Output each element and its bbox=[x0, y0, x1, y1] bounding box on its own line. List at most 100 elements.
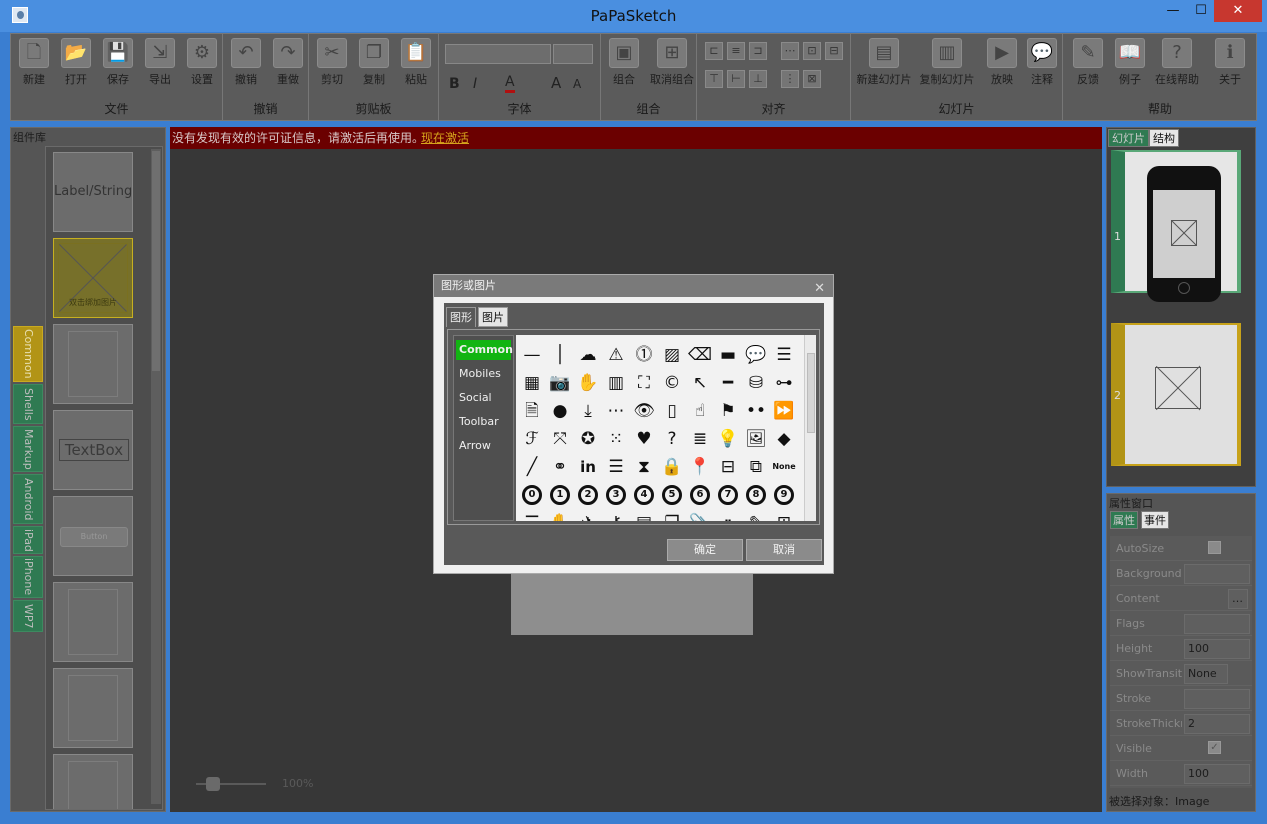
tab-markup[interactable]: Markup bbox=[13, 426, 43, 472]
tab-iphone[interactable]: iPhone bbox=[13, 556, 43, 598]
flags-field[interactable] bbox=[1184, 614, 1250, 634]
same-size-icon[interactable]: ⊡ bbox=[803, 42, 821, 60]
picture-icon[interactable]: 🖼 bbox=[744, 427, 768, 451]
activate-link[interactable]: 现在激活 bbox=[421, 127, 469, 149]
category-toolbar[interactable]: Toolbar bbox=[456, 412, 511, 432]
diagonal-line-icon[interactable]: ╱ bbox=[520, 455, 544, 479]
key-icon[interactable]: ⚷ bbox=[604, 511, 628, 521]
library-item-container[interactable] bbox=[53, 324, 133, 404]
strokethickness-field[interactable]: 2 bbox=[1184, 714, 1250, 734]
lightbulb-icon[interactable]: 💡 bbox=[716, 427, 740, 451]
tab-slides[interactable]: 幻灯片 bbox=[1108, 129, 1149, 147]
filled-circle-icon[interactable]: ● bbox=[548, 399, 572, 423]
heart-icon[interactable]: ♥ bbox=[632, 427, 656, 451]
link-icon[interactable]: ⚭ bbox=[548, 455, 572, 479]
creative-commons-icon[interactable]: © bbox=[660, 371, 684, 395]
same-height-icon[interactable]: ⊠ bbox=[803, 70, 821, 88]
flow-icon[interactable]: ℱ bbox=[520, 427, 544, 451]
tab-wp7[interactable]: WP7 bbox=[13, 600, 43, 632]
align-right-icon[interactable]: ⊐ bbox=[749, 42, 767, 60]
ok-button[interactable]: 确定 bbox=[667, 539, 743, 561]
play-button[interactable]: ▶ 放映 bbox=[981, 38, 1023, 87]
tab-ipad[interactable]: iPad bbox=[13, 526, 43, 554]
dash-icon[interactable]: ━ bbox=[716, 371, 740, 395]
tab-shells[interactable]: Shells bbox=[13, 384, 43, 424]
film-strip-icon[interactable]: ▥ bbox=[604, 371, 628, 395]
circle-8-icon[interactable]: 8 bbox=[746, 485, 766, 505]
zoom-slider-thumb[interactable] bbox=[206, 777, 220, 791]
cancel-button[interactable]: 取消 bbox=[746, 539, 822, 561]
table-icon[interactable]: ▤ bbox=[632, 511, 656, 521]
list-partial-icon[interactable]: ☰ bbox=[520, 511, 544, 521]
visible-checkbox[interactable]: ✓ bbox=[1208, 741, 1221, 754]
slide-thumbnail-2[interactable]: 2 bbox=[1111, 323, 1241, 466]
category-arrow[interactable]: Arrow bbox=[456, 436, 511, 456]
backspace-icon[interactable]: ⌫ bbox=[688, 343, 712, 367]
circle-1-icon[interactable]: 1 bbox=[550, 485, 570, 505]
dialog-close-icon[interactable]: ✕ bbox=[814, 278, 825, 300]
download-icon[interactable]: ⤓ bbox=[576, 399, 600, 423]
speech-bubble-icon[interactable]: 💬 bbox=[744, 343, 768, 367]
flag-icon[interactable]: ⚑ bbox=[716, 399, 740, 423]
copy-button[interactable]: ❐ 复制 bbox=[353, 38, 395, 87]
library-item-label[interactable]: Label/String bbox=[53, 152, 133, 232]
group-button[interactable]: ▣ 组合 bbox=[603, 38, 645, 87]
tab-android[interactable]: Android bbox=[13, 474, 43, 524]
bold-button[interactable]: B bbox=[449, 76, 460, 92]
shape-grid-scrollbar[interactable] bbox=[804, 335, 816, 521]
tab-events[interactable]: 事件 bbox=[1141, 511, 1169, 529]
category-social[interactable]: Social bbox=[456, 388, 511, 408]
library-item-image[interactable]: 双击绑加图片 bbox=[53, 238, 133, 318]
paste-button[interactable]: 📋 粘贴 bbox=[395, 38, 437, 87]
align-left-icon[interactable]: ⊏ bbox=[705, 42, 723, 60]
redo-button[interactable]: ↷ 重做 bbox=[267, 38, 309, 87]
online-help-button[interactable]: ? 在线帮助 bbox=[1151, 38, 1203, 87]
shape-grid-scroll-thumb[interactable] bbox=[807, 353, 815, 433]
diamond-icon[interactable]: ◆ bbox=[772, 427, 796, 451]
cursor-arrow-icon[interactable]: ↖ bbox=[688, 371, 712, 395]
circle-7-icon[interactable]: 7 bbox=[718, 485, 738, 505]
comment-button[interactable]: 💬 注释 bbox=[1021, 38, 1063, 87]
alert-octagon-icon[interactable]: ⓵ bbox=[632, 343, 656, 367]
new-button[interactable]: 🗋 新建 bbox=[13, 38, 55, 87]
add-window-icon[interactable]: ⧉ bbox=[744, 455, 768, 479]
library-item-list[interactable] bbox=[53, 668, 133, 748]
new-slide-button[interactable]: ▤ 新建幻灯片 bbox=[855, 38, 913, 87]
map-pin-icon[interactable]: 📍 bbox=[688, 455, 712, 479]
shrink-font-button[interactable]: A bbox=[573, 77, 581, 91]
pause-icon[interactable]: ⏸ bbox=[716, 511, 740, 521]
clip-icon[interactable]: 📎 bbox=[688, 511, 712, 521]
close-icon[interactable]: ✕ bbox=[1214, 0, 1262, 22]
font-color-button[interactable]: A bbox=[505, 74, 515, 93]
circle-6-icon[interactable]: 6 bbox=[690, 485, 710, 505]
list-icon[interactable]: ☰ bbox=[604, 455, 628, 479]
circle-2-icon[interactable]: 2 bbox=[578, 485, 598, 505]
tab-properties[interactable]: 属性 bbox=[1110, 511, 1138, 529]
fullscreen-icon[interactable]: ⛶ bbox=[632, 371, 656, 395]
minus-bar-icon[interactable]: ▬ bbox=[716, 343, 740, 367]
calendar-icon[interactable]: ▦ bbox=[520, 371, 544, 395]
same-width-icon[interactable]: ⊟ bbox=[825, 42, 843, 60]
pointer-hand-icon[interactable]: ☝ bbox=[688, 399, 712, 423]
lock-icon[interactable]: 🔒 bbox=[660, 455, 684, 479]
bullet-list-icon[interactable]: ☰ bbox=[772, 343, 796, 367]
background-picker[interactable] bbox=[1184, 564, 1250, 584]
italic-button[interactable]: I bbox=[473, 76, 477, 92]
circle-5-icon[interactable]: 5 bbox=[662, 485, 682, 505]
grid-dots-icon[interactable]: ⁙ bbox=[604, 427, 628, 451]
plus-box-icon[interactable]: ⊞ bbox=[772, 511, 796, 521]
hand-partial-icon[interactable]: ✋ bbox=[548, 511, 572, 521]
font-family-select[interactable] bbox=[445, 44, 551, 64]
category-mobiles[interactable]: Mobiles bbox=[456, 364, 511, 384]
pencil-icon[interactable]: ✎ bbox=[744, 511, 768, 521]
distribute-h-icon[interactable]: ⋯ bbox=[781, 42, 799, 60]
ungroup-button[interactable]: ⊞ 取消组合 bbox=[647, 38, 697, 87]
two-dots-icon[interactable]: •• bbox=[744, 399, 768, 423]
circle-4-icon[interactable]: 4 bbox=[634, 485, 654, 505]
library-scrollbar[interactable] bbox=[151, 149, 161, 804]
camera-icon[interactable]: 📷 bbox=[548, 371, 572, 395]
distribute-v-icon[interactable]: ⋮ bbox=[781, 70, 799, 88]
stroke-picker[interactable] bbox=[1184, 689, 1250, 709]
settings-button[interactable]: ⚙ 设置 bbox=[181, 38, 223, 87]
warning-icon[interactable]: ⚠ bbox=[604, 343, 628, 367]
